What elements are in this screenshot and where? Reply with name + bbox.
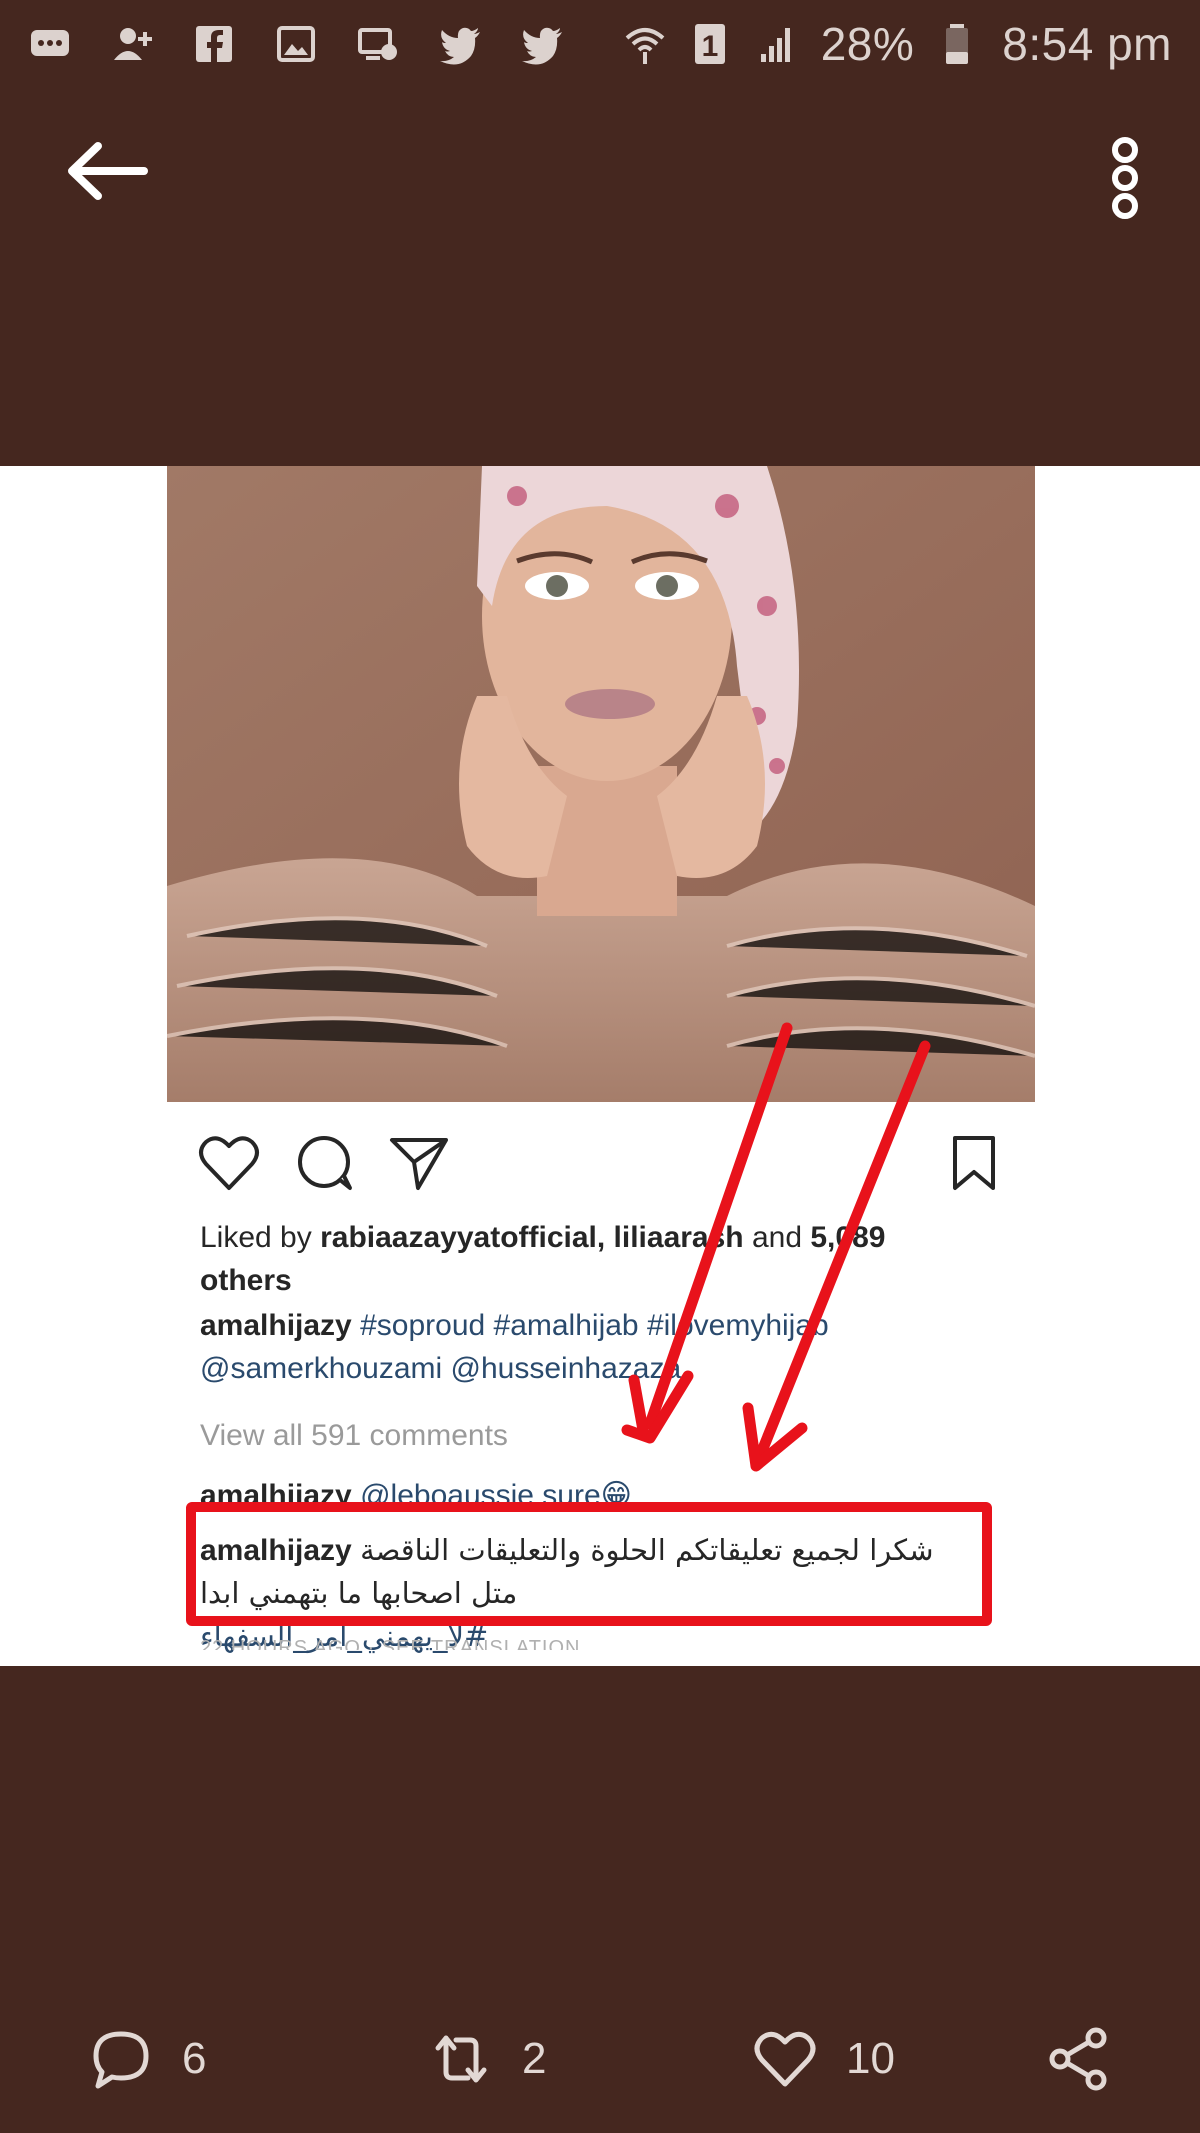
retweet-button[interactable]: 2 <box>428 2026 546 2092</box>
reply-count: 6 <box>182 2034 207 2083</box>
signal-icon <box>755 22 799 66</box>
comment-meta: 22 HOURS AGO · SEE TRANSLATION <box>200 1630 1020 1650</box>
share-button[interactable] <box>1046 2026 1112 2092</box>
share-icon <box>1049 2027 1107 2091</box>
facebook-icon <box>192 22 236 66</box>
view-all-comments-link[interactable]: View all 591 comments <box>200 1414 1020 1457</box>
liked-count: 5,089 <box>810 1221 886 1254</box>
caption-username[interactable]: amalhijazy <box>200 1309 352 1342</box>
battery-percent: 28% <box>820 18 915 70</box>
message-icon <box>28 22 72 66</box>
portrait-illustration <box>167 466 1035 1102</box>
heart-icon[interactable] <box>198 1134 260 1192</box>
retweet-icon <box>435 2035 487 2083</box>
liked-others[interactable]: others <box>200 1264 292 1297</box>
notification-icons <box>28 22 564 66</box>
wifi-icon <box>623 22 667 66</box>
comment-time: 22 HOURS AGO <box>200 1637 361 1650</box>
post-caption: amalhijazy #soproud #amalhijab #ilovemyh… <box>200 1304 1020 1390</box>
reply-button[interactable]: 6 <box>88 2026 206 2092</box>
retweet-count: 2 <box>522 2034 547 2083</box>
liked-separator: , <box>596 1221 614 1254</box>
add-contact-icon <box>110 22 154 66</box>
sim-badge-icon: 1 <box>689 22 733 66</box>
arrow-left-icon <box>68 142 148 200</box>
post-photo <box>167 466 1035 1102</box>
battery-icon <box>936 22 980 66</box>
liked-user[interactable]: liliaarash <box>614 1221 744 1254</box>
instagram-actions <box>198 1126 998 1196</box>
highlight-box <box>186 1502 992 1626</box>
app-bar <box>0 110 1200 230</box>
comment-icon[interactable] <box>294 1134 356 1192</box>
svg-text:1: 1 <box>701 30 718 63</box>
image-icon <box>274 22 318 66</box>
back-button[interactable] <box>62 136 152 206</box>
liked-and: and <box>743 1221 811 1254</box>
share-icon[interactable] <box>388 1134 450 1192</box>
liked-user[interactable]: rabiaazayyatofficial <box>320 1221 597 1254</box>
caption-mentions[interactable]: @samerkhouzami @husseinhazaza <box>200 1352 681 1385</box>
twitter-icon <box>438 22 482 66</box>
like-count: 10 <box>846 2034 895 2083</box>
heart-icon <box>754 2031 816 2087</box>
see-translation-link[interactable]: SEE TRANSLATION <box>382 1637 581 1650</box>
liked-by: Liked by rabiaazayyatofficial, liliaaras… <box>200 1216 1020 1302</box>
liked-prefix: Liked by <box>200 1221 321 1254</box>
like-button[interactable]: 10 <box>752 2026 895 2092</box>
tweet-media-image[interactable]: Liked by rabiaazayyatofficial, liliaaras… <box>0 466 1200 1666</box>
clock: 8:54 pm <box>1002 18 1172 70</box>
more-options-button[interactable] <box>1100 128 1150 228</box>
status-bar: 1 28% 8:54 pm <box>0 0 1200 88</box>
caption-hashtags[interactable]: #soproud #amalhijab #ilovemyhijab <box>352 1309 829 1342</box>
more-vert-icon <box>1112 137 1138 219</box>
bookmark-icon[interactable] <box>943 1134 1005 1192</box>
screencast-icon <box>356 22 400 66</box>
tweet-action-bar: 6 2 10 <box>0 1996 1200 2116</box>
reply-icon <box>93 2031 149 2089</box>
twitter-icon <box>520 22 564 66</box>
